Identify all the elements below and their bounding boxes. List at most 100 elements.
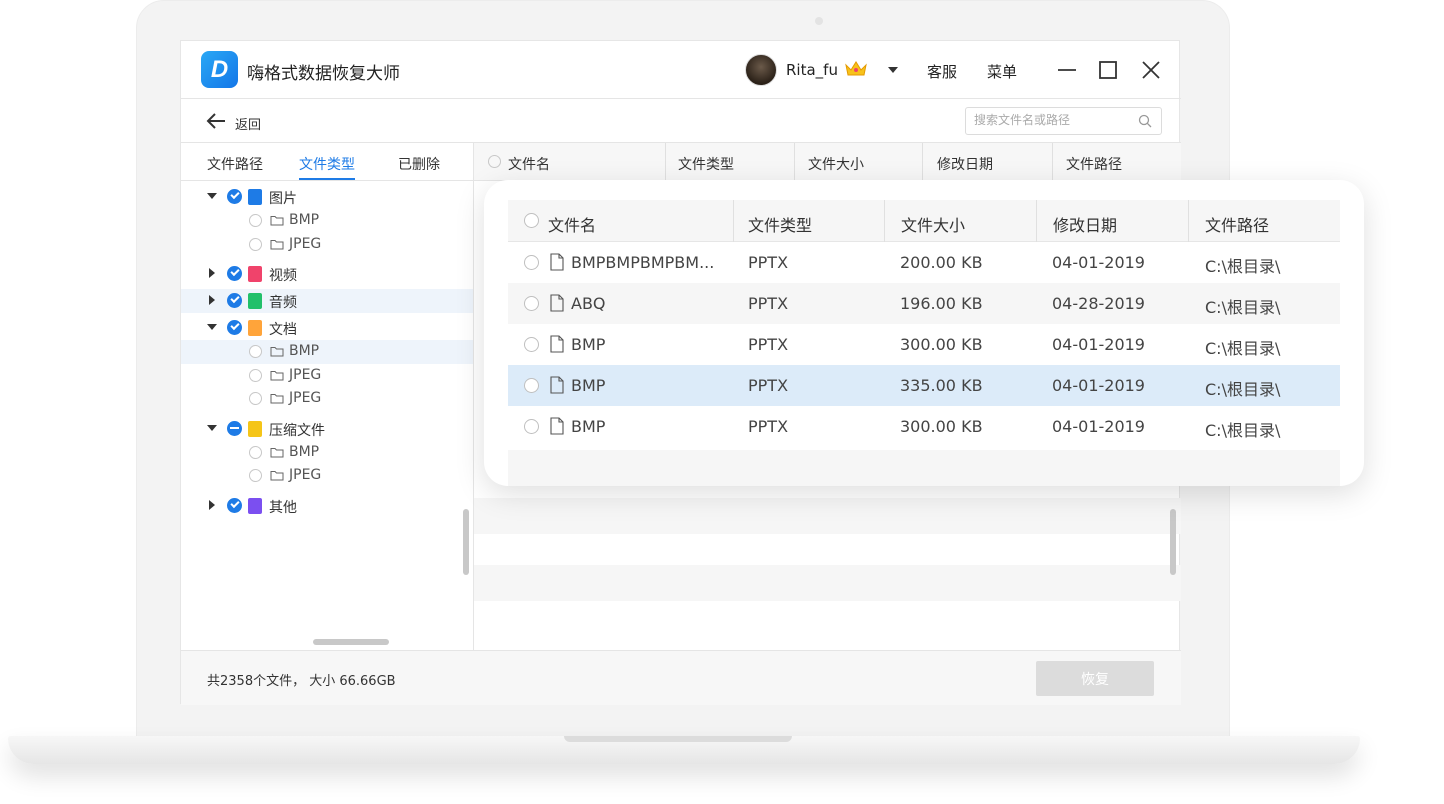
tree-vertical-scrollbar[interactable]	[463, 509, 469, 575]
maximize-icon[interactable]	[1096, 58, 1120, 82]
column-header[interactable]: 文件类型	[748, 212, 812, 236]
tree-subitem[interactable]: JPEG	[181, 464, 473, 488]
tab-file-type[interactable]: 文件类型	[299, 154, 355, 174]
expand-arrow-icon[interactable]	[207, 193, 217, 199]
username[interactable]: Rita_fu	[786, 61, 838, 79]
document-icon	[550, 335, 564, 353]
cell-date: 04-01-2019	[1052, 417, 1145, 436]
category-checkbox[interactable]	[227, 420, 242, 436]
tree-category[interactable]: 音频	[181, 289, 473, 313]
expand-arrow-icon[interactable]	[207, 424, 217, 431]
cell-date: 04-01-2019	[1052, 335, 1145, 354]
cell-name: BMP	[571, 376, 606, 395]
tree-subitem[interactable]: BMP	[181, 209, 473, 233]
subitem-radio[interactable]	[249, 392, 262, 405]
tree-category[interactable]: 其他	[181, 494, 473, 518]
row-radio[interactable]	[524, 378, 539, 393]
select-all-radio[interactable]	[524, 213, 539, 228]
folder-icon	[270, 216, 284, 226]
tree-subitem[interactable]: BMP	[181, 340, 473, 364]
category-checkbox[interactable]	[227, 189, 242, 204]
cell-path: C:\根目录\	[1205, 298, 1281, 317]
cell-size: 200.00 KB	[900, 253, 983, 272]
expand-arrow-icon[interactable]	[207, 324, 217, 330]
folder-icon	[270, 447, 284, 457]
table-row[interactable]: ABQ PPTX 196.00 KB 04-28-2019 C:\根目录\	[508, 283, 1340, 324]
tree-category[interactable]: 视频	[181, 262, 473, 286]
tree-subitem[interactable]: JPEG	[181, 233, 473, 257]
subitem-radio[interactable]	[249, 345, 262, 358]
tree-subitem[interactable]: BMP	[181, 441, 473, 465]
tree-subitem[interactable]: JPEG	[181, 364, 473, 388]
column-header[interactable]: 文件名	[548, 212, 596, 236]
category-checkbox[interactable]	[227, 320, 242, 335]
column-header[interactable]: 文件大小	[901, 212, 965, 236]
tree-subitem-label: JPEG	[289, 467, 322, 483]
tree-subitem[interactable]: JPEG	[181, 387, 473, 411]
avatar[interactable]	[745, 54, 777, 86]
category-checkbox[interactable]	[227, 266, 242, 281]
column-header[interactable]: 修改日期	[937, 154, 993, 174]
chevron-down-icon[interactable]	[888, 67, 898, 73]
file-type-icon	[248, 320, 262, 336]
column-header[interactable]: 文件类型	[678, 154, 734, 174]
row-radio[interactable]	[524, 255, 539, 270]
close-icon[interactable]	[1139, 58, 1163, 82]
search-box[interactable]	[965, 107, 1162, 135]
cell-name: ABQ	[571, 294, 606, 313]
table-row	[508, 450, 1340, 486]
subitem-radio[interactable]	[249, 368, 262, 382]
tree-category[interactable]: 压缩文件	[181, 417, 473, 441]
toolbar: 返回	[181, 99, 1181, 143]
table-row[interactable]: BMP PPTX 300.00 KB 04-01-2019 C:\根目录\	[508, 324, 1340, 365]
column-header[interactable]: 文件路径	[1205, 212, 1269, 236]
search-input[interactable]	[974, 113, 1134, 127]
document-icon	[550, 376, 564, 394]
laptop-base	[8, 736, 1360, 764]
row-radio[interactable]	[524, 296, 539, 311]
column-header[interactable]: 文件名	[508, 154, 550, 174]
file-type-tree: 图片 BMP JPEG 视频 音频 文档 BMP JPEG JPEG 压缩文件 BMP JPEG 其他	[181, 181, 474, 650]
category-checkbox[interactable]	[227, 497, 242, 513]
tree-category[interactable]: 图片	[181, 185, 473, 209]
tree-category-label: 视频	[269, 268, 297, 284]
minimize-icon[interactable]	[1055, 58, 1079, 82]
search-icon[interactable]	[1138, 114, 1152, 128]
table-scrollbar[interactable]	[1170, 509, 1176, 575]
tree-horizontal-scrollbar[interactable]	[313, 639, 389, 645]
column-header[interactable]: 文件大小	[808, 154, 864, 174]
tab-deleted[interactable]: 已删除	[398, 154, 440, 174]
file-table-header: 文件名 文件类型 文件大小 修改日期 文件路径	[474, 143, 1181, 181]
column-header[interactable]: 文件路径	[1066, 154, 1122, 174]
collapse-arrow-icon[interactable]	[209, 295, 215, 305]
collapse-arrow-icon[interactable]	[209, 268, 215, 278]
folder-icon	[270, 370, 284, 380]
recover-button[interactable]: 恢复	[1036, 661, 1154, 696]
file-table-card: 文件名 文件类型 文件大小 修改日期 文件路径 BMPBMPBMPBM... PP…	[484, 180, 1364, 486]
document-icon	[550, 417, 564, 435]
table-row[interactable]: BMP PPTX 335.00 KB 04-01-2019 C:\根目录\	[508, 365, 1340, 406]
tree-category[interactable]: 文档	[181, 316, 473, 340]
back-arrow-icon[interactable]	[205, 112, 227, 130]
select-all-radio[interactable]	[488, 155, 501, 168]
cell-type: PPTX	[748, 253, 789, 272]
cell-size: 300.00 KB	[900, 417, 983, 436]
table-row[interactable]: BMPBMPBMPBM... PPTX 200.00 KB 04-01-2019 C:\…	[508, 242, 1340, 283]
collapse-arrow-icon[interactable]	[209, 499, 215, 510]
column-divider	[884, 200, 885, 242]
back-button[interactable]: 返回	[235, 114, 261, 133]
category-checkbox[interactable]	[227, 293, 242, 308]
subitem-radio[interactable]	[249, 469, 262, 482]
row-radio[interactable]	[524, 419, 539, 434]
tab-file-path[interactable]: 文件路径	[207, 154, 263, 174]
customer-service-button[interactable]: 客服	[927, 61, 957, 82]
subitem-radio[interactable]	[249, 237, 262, 251]
folder-icon	[270, 471, 284, 481]
subitem-radio[interactable]	[249, 445, 262, 459]
table-row	[474, 498, 1181, 534]
subitem-radio[interactable]	[249, 214, 262, 227]
table-row[interactable]: BMP PPTX 300.00 KB 04-01-2019 C:\根目录\	[508, 406, 1340, 447]
row-radio[interactable]	[524, 337, 539, 352]
column-header[interactable]: 修改日期	[1053, 212, 1117, 236]
menu-button[interactable]: 菜单	[987, 61, 1017, 82]
